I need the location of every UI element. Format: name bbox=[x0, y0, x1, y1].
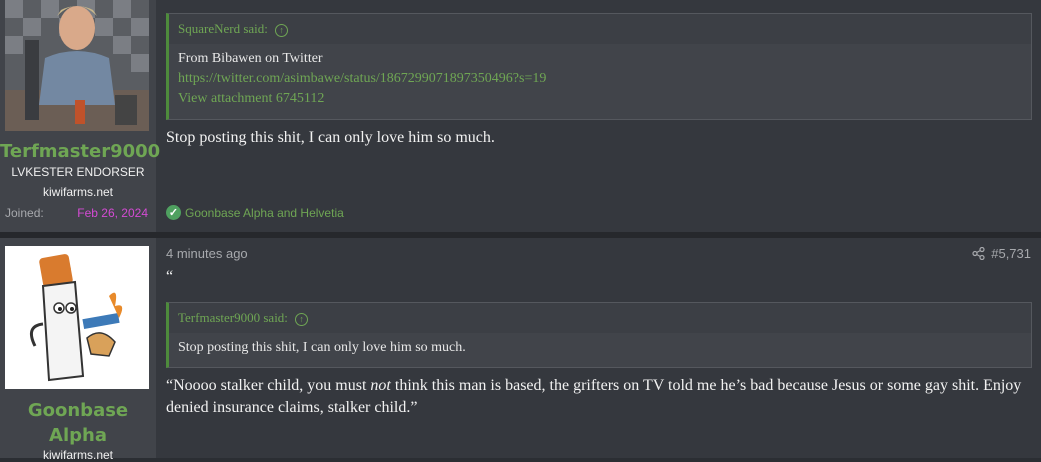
username-line-1[interactable]: Goonbase bbox=[0, 398, 156, 423]
joined-date: Feb 26, 2024 bbox=[77, 206, 148, 220]
quote-body: Stop posting this shit, I can only love … bbox=[169, 333, 1031, 363]
joined-label: Joined: bbox=[5, 206, 44, 220]
message-emphasis: not bbox=[370, 377, 391, 394]
stray-quote-mark: “ bbox=[166, 268, 174, 285]
user-site: kiwifarms.net bbox=[42, 185, 113, 199]
post-time[interactable]: 4 minutes ago bbox=[166, 246, 248, 261]
post-goonbase-alpha: Goonbase Alpha kiwifarms.net 4 minutes a… bbox=[0, 238, 1041, 462]
user-site: kiwifarms.net bbox=[42, 448, 113, 462]
up-arrow-icon[interactable]: ↑ bbox=[275, 23, 289, 37]
quote-body: From Bibawen on Twitter https://twitter.… bbox=[169, 44, 1031, 114]
message-body: Stop posting this shit, I can only love … bbox=[166, 129, 495, 146]
attachment-link[interactable]: View attachment 6745112 bbox=[178, 89, 1022, 109]
quote-header[interactable]: SquareNerd said: ↑ bbox=[169, 14, 1031, 44]
username[interactable]: Terfmaster9000 bbox=[0, 141, 160, 162]
avatar[interactable] bbox=[5, 0, 149, 131]
quote-block: Terfmaster9000 said: ↑ Stop posting this… bbox=[166, 302, 1032, 368]
check-icon: ✓ bbox=[166, 205, 181, 220]
post-number[interactable]: #5,731 bbox=[991, 246, 1031, 261]
username[interactable]: Goonbase Alpha bbox=[0, 398, 156, 448]
up-arrow-icon[interactable]: ↑ bbox=[295, 312, 309, 326]
user-title: LVKESTER ENDORSER bbox=[11, 165, 145, 179]
share-icon[interactable] bbox=[972, 247, 985, 260]
reaction-users[interactable]: Goonbase Alpha and Helvetia bbox=[185, 206, 344, 220]
message-text-1: “Noooo stalker child, you must bbox=[166, 377, 371, 394]
quote-header[interactable]: Terfmaster9000 said: ↑ bbox=[169, 303, 1031, 333]
quote-block: SquareNerd said: ↑ From Bibawen on Twitt… bbox=[166, 13, 1032, 120]
quote-author[interactable]: Terfmaster9000 said: bbox=[178, 310, 288, 325]
user-column: Terfmaster9000 LVKESTER ENDORSER kiwifar… bbox=[0, 0, 160, 232]
quote-link[interactable]: https://twitter.com/asimbawe/status/1867… bbox=[178, 69, 1022, 89]
avatar[interactable] bbox=[5, 246, 149, 389]
reaction-bar[interactable]: ✓ Goonbase Alpha and Helvetia bbox=[166, 205, 344, 220]
quote-text: Stop posting this shit, I can only love … bbox=[178, 340, 466, 355]
username-line-2[interactable]: Alpha bbox=[0, 423, 156, 448]
post-meta: #5,731 bbox=[972, 246, 1031, 261]
quote-author[interactable]: SquareNerd said: bbox=[178, 21, 268, 36]
quote-text: From Bibawen on Twitter bbox=[178, 51, 323, 66]
post-terfmaster9000: Terfmaster9000 LVKESTER ENDORSER kiwifar… bbox=[0, 0, 1041, 232]
message-body: “Noooo stalker child, you must not think… bbox=[166, 375, 1032, 419]
user-column: Goonbase Alpha kiwifarms.net bbox=[0, 238, 156, 462]
